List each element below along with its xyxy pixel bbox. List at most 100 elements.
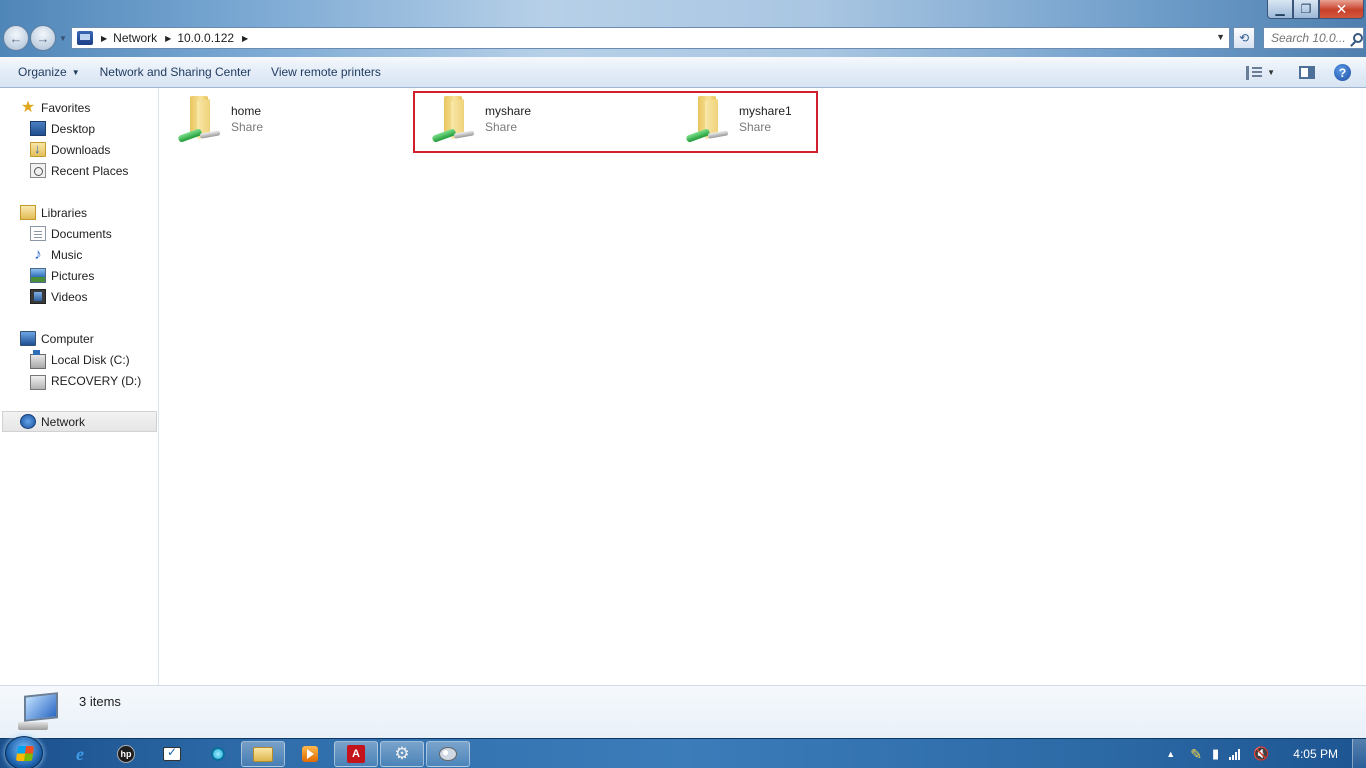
nav-item-label: Music bbox=[51, 247, 83, 262]
file-list: home Share myshare Share myshare1 Share bbox=[160, 88, 1366, 685]
nav-item-label: Videos bbox=[51, 289, 88, 304]
change-view-icon[interactable] bbox=[1246, 65, 1263, 80]
search-box[interactable] bbox=[1263, 27, 1364, 49]
nav-item-music[interactable]: ♪ Music bbox=[30, 244, 82, 265]
app-icon bbox=[211, 747, 225, 761]
view-remote-printers-button[interactable]: View remote printers bbox=[261, 57, 391, 88]
system-tray: ▲ ✎ ▮ 🔇 4:05 PM bbox=[1166, 739, 1366, 768]
videos-icon bbox=[30, 289, 46, 304]
breadcrumb-separator-icon[interactable]: ▶ bbox=[101, 34, 107, 43]
pdf-icon: A bbox=[347, 745, 365, 763]
nav-item-documents[interactable]: Documents bbox=[30, 223, 112, 244]
organize-menu[interactable]: Organize ▼ bbox=[0, 57, 90, 88]
taskbar-paint-app[interactable] bbox=[426, 741, 470, 767]
pictures-icon bbox=[30, 268, 46, 283]
highlight-annotation-box bbox=[413, 91, 818, 153]
taskbar-settings-app[interactable]: ⚙ bbox=[380, 741, 424, 767]
search-icon[interactable] bbox=[1353, 33, 1363, 43]
drive-icon bbox=[30, 375, 46, 390]
volume-muted-icon[interactable]: 🔇 bbox=[1253, 746, 1269, 762]
nav-item-label: Desktop bbox=[51, 121, 96, 136]
taskbar-windows-explorer[interactable] bbox=[241, 741, 285, 767]
navigation-buttons: ← → ▼ bbox=[3, 25, 67, 51]
nav-libraries[interactable]: Libraries bbox=[20, 202, 87, 223]
media-player-icon bbox=[302, 746, 318, 762]
back-button[interactable]: ← bbox=[3, 25, 29, 51]
nav-libraries-label: Libraries bbox=[41, 205, 88, 220]
signal-icon[interactable] bbox=[1229, 748, 1241, 760]
local-disk-icon bbox=[30, 350, 46, 369]
nav-item-recent-places[interactable]: Recent Places bbox=[30, 160, 128, 181]
network-share-folder-icon bbox=[177, 96, 221, 144]
pen-icon[interactable]: ✎ bbox=[1190, 746, 1202, 763]
paint-icon bbox=[439, 747, 457, 761]
address-history-dropdown[interactable]: ▼ bbox=[1216, 32, 1225, 42]
start-button[interactable] bbox=[5, 736, 43, 768]
taskbar-app[interactable] bbox=[196, 741, 240, 767]
maximize-button[interactable]: ❐ bbox=[1293, 0, 1319, 19]
recent-places-icon bbox=[30, 163, 46, 178]
share-name: home bbox=[231, 104, 262, 118]
share-item-home[interactable]: home Share bbox=[160, 88, 390, 144]
nav-item-label: Pictures bbox=[51, 268, 95, 283]
mail-icon bbox=[163, 745, 181, 761]
taskbar-media-player[interactable] bbox=[288, 741, 332, 767]
desktop-icon bbox=[30, 121, 46, 136]
star-icon: ★ bbox=[20, 99, 36, 116]
taskbar-internet-explorer[interactable]: e bbox=[58, 741, 102, 767]
power-icon[interactable]: ▮ bbox=[1212, 746, 1219, 762]
folder-icon bbox=[253, 746, 273, 762]
network-icon bbox=[20, 414, 36, 429]
arrow-right-icon: → bbox=[36, 30, 50, 46]
nav-item-downloads[interactable]: Downloads bbox=[30, 139, 110, 160]
preview-pane-icon[interactable] bbox=[1299, 66, 1315, 79]
help-icon[interactable]: ? bbox=[1334, 64, 1351, 81]
nav-item-label: RECOVERY (D:) bbox=[51, 373, 142, 388]
address-bar[interactable]: ▶ Network ▶ 10.0.0.122 ▶ ▼ bbox=[71, 27, 1230, 49]
item-count: 3 items bbox=[79, 694, 121, 709]
refresh-button[interactable]: ⟲ bbox=[1233, 27, 1255, 49]
nav-item-recovery-disk[interactable]: RECOVERY (D:) bbox=[30, 370, 141, 391]
caption-buttons: ▁ ❐ ✕ bbox=[1267, 0, 1364, 19]
nav-computer-label: Computer bbox=[41, 331, 94, 346]
breadcrumb-separator-icon[interactable]: ▶ bbox=[165, 34, 171, 43]
nav-item-desktop[interactable]: Desktop bbox=[30, 118, 95, 139]
show-desktop-button[interactable] bbox=[1352, 739, 1366, 768]
network-location-icon bbox=[77, 31, 93, 45]
gear-icon: ⚙ bbox=[394, 744, 410, 763]
window-titlebar: ▁ ❐ ✕ ← → ▼ ▶ Network ▶ 10.0.0.122 ▶ ▼ ⟲ bbox=[0, 0, 1366, 57]
nav-item-label: Downloads bbox=[51, 142, 111, 157]
breadcrumb-separator-icon[interactable]: ▶ bbox=[242, 34, 248, 43]
nav-computer[interactable]: Computer bbox=[20, 328, 94, 349]
breadcrumb-host[interactable]: 10.0.0.122 bbox=[177, 31, 234, 45]
nav-item-local-disk[interactable]: Local Disk (C:) bbox=[30, 349, 130, 370]
nav-network[interactable]: Network bbox=[2, 411, 157, 432]
command-bar: Organize ▼ Network and Sharing Center Vi… bbox=[0, 57, 1366, 88]
command-bar-right: ▼ ? bbox=[1246, 57, 1366, 88]
nav-favorites-label: Favorites bbox=[41, 100, 91, 115]
clock[interactable]: 4:05 PM bbox=[1293, 747, 1338, 761]
chevron-down-icon[interactable]: ▼ bbox=[1267, 68, 1275, 77]
minimize-button[interactable]: ▁ bbox=[1267, 0, 1293, 19]
search-input[interactable] bbox=[1271, 31, 1351, 45]
taskbar-mail-app[interactable] bbox=[150, 741, 194, 767]
libraries-icon bbox=[20, 205, 36, 220]
network-sharing-center-button[interactable]: Network and Sharing Center bbox=[90, 57, 261, 88]
nav-item-videos[interactable]: Videos bbox=[30, 286, 87, 307]
show-hidden-icons-icon[interactable]: ▲ bbox=[1166, 749, 1175, 759]
computer-icon bbox=[20, 331, 36, 346]
taskbar-hp-app[interactable]: hp bbox=[104, 741, 148, 767]
documents-icon bbox=[30, 226, 46, 241]
close-button[interactable]: ✕ bbox=[1319, 0, 1364, 19]
hp-icon: hp bbox=[117, 745, 135, 763]
internet-explorer-icon: e bbox=[76, 743, 84, 764]
music-icon: ♪ bbox=[34, 246, 42, 263]
nav-favorites[interactable]: ★ Favorites bbox=[20, 97, 91, 118]
taskbar: e hp A ⚙ ▲ ✎ ▮ 🔇 4:05 PM bbox=[0, 736, 1366, 768]
organize-label: Organize bbox=[18, 65, 67, 79]
breadcrumb-network[interactable]: Network bbox=[113, 31, 157, 45]
taskbar-pdf-reader[interactable]: A bbox=[334, 741, 378, 767]
recent-pages-dropdown[interactable]: ▼ bbox=[59, 34, 67, 43]
forward-button[interactable]: → bbox=[30, 25, 56, 51]
nav-item-pictures[interactable]: Pictures bbox=[30, 265, 94, 286]
